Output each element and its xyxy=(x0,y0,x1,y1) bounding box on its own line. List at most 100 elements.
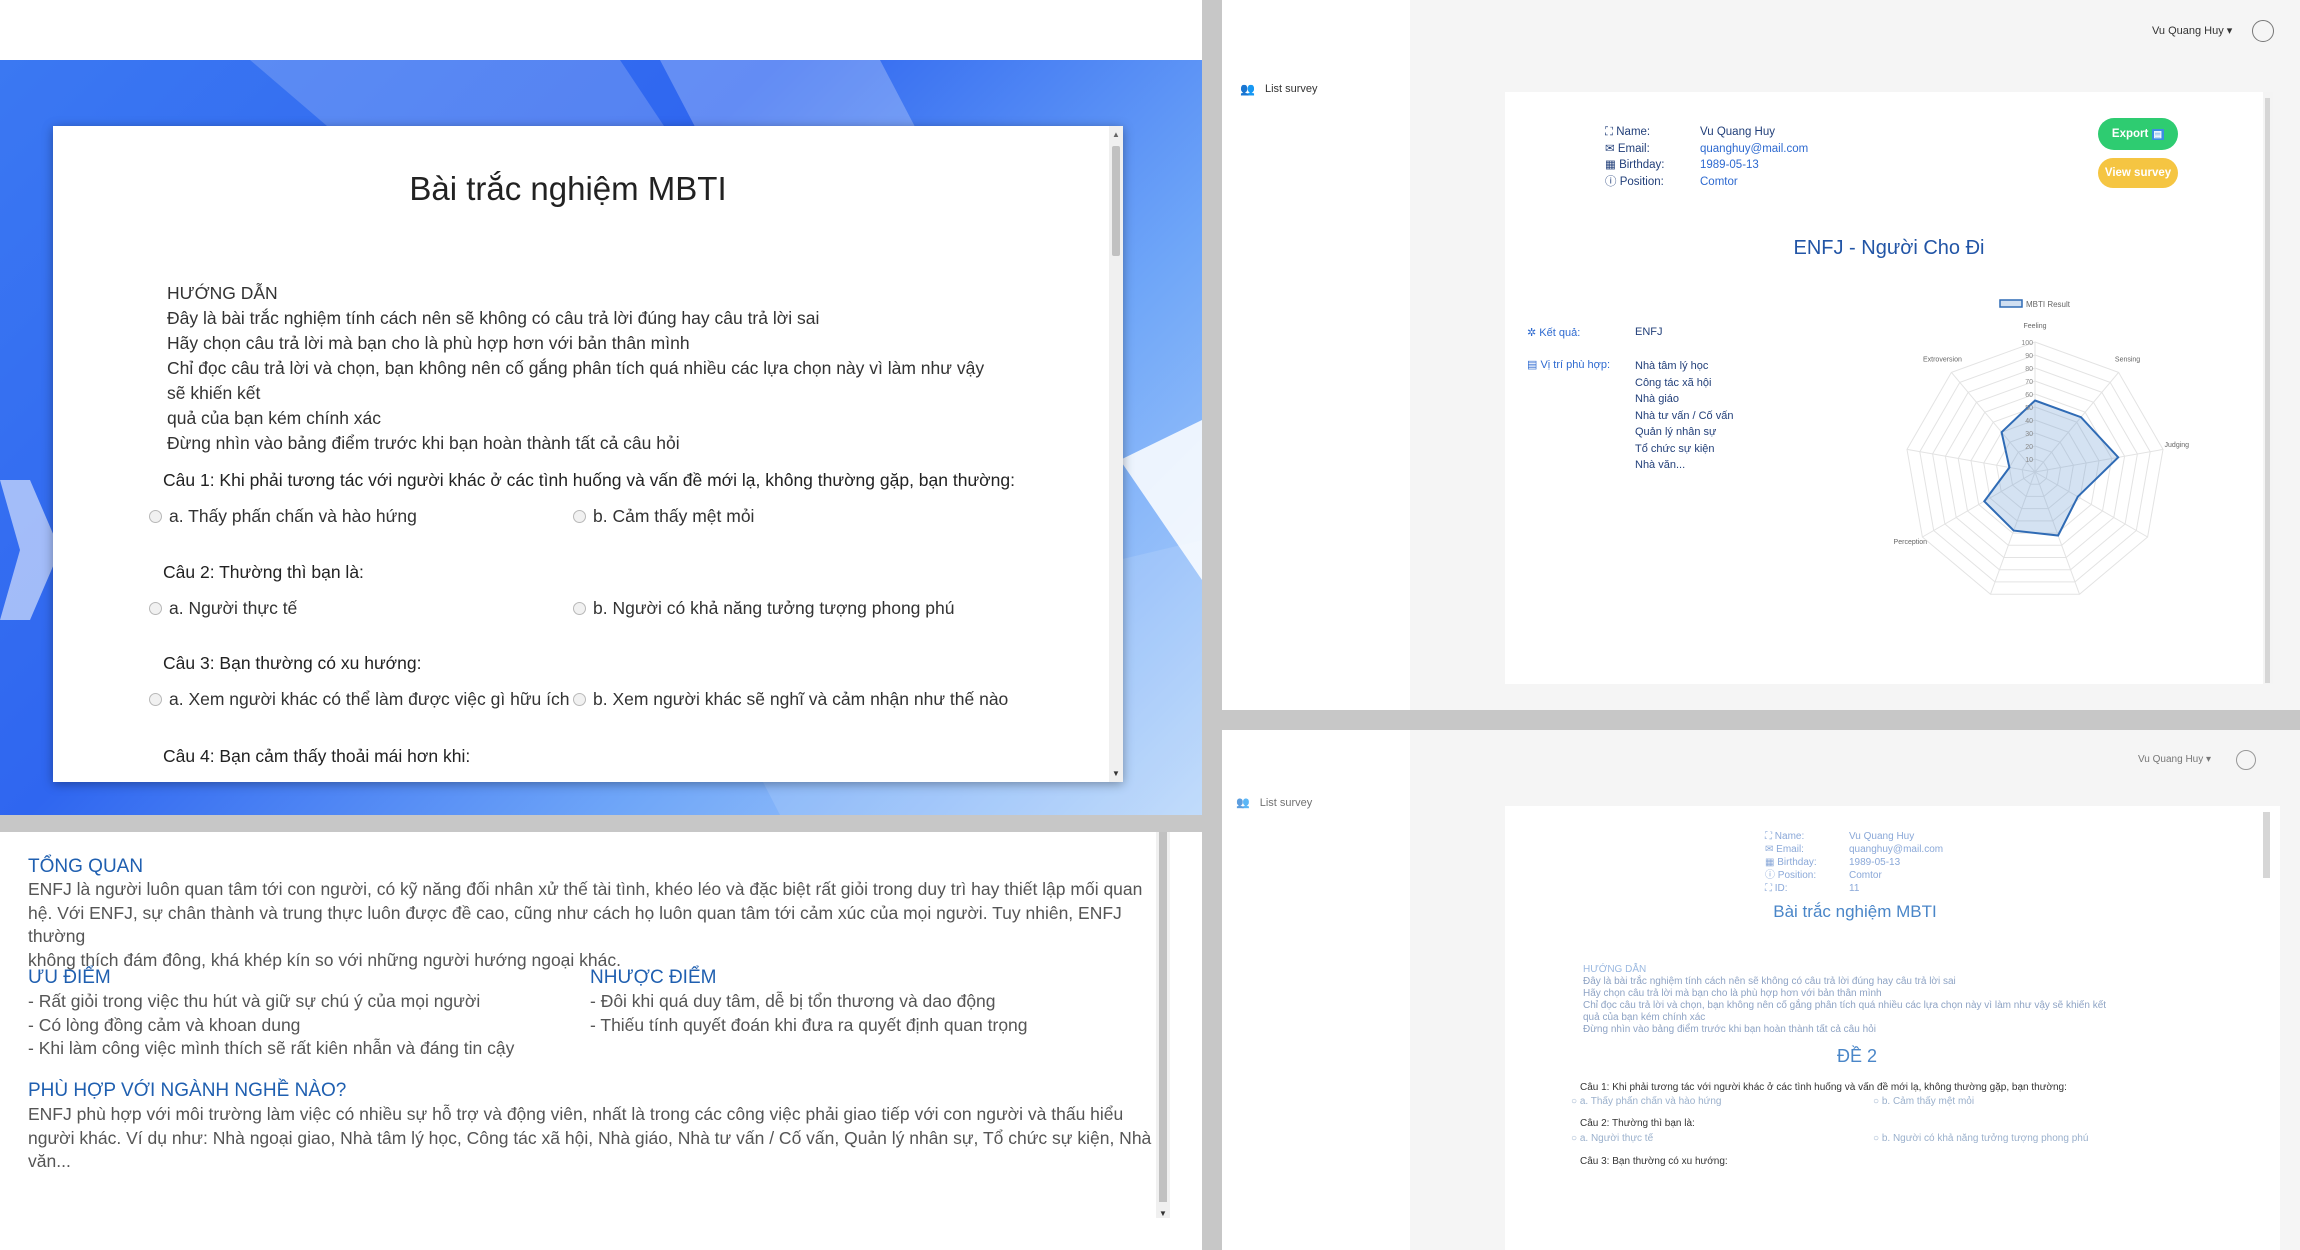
scroll-down-icon[interactable]: ▼ xyxy=(1159,1209,1167,1218)
radar-tick-label: 80 xyxy=(2025,366,2033,373)
overview-line: ENFJ là người luôn quan tâm tới con ngườ… xyxy=(28,879,1143,899)
profile-values: Vu Quang Huy quanghuy@mail.com 1989-05-1… xyxy=(1700,124,1808,190)
q3-option-b[interactable]: b. Xem người khác sẽ nghĩ và cảm nhận nh… xyxy=(573,689,1008,710)
quiz-scrollbar[interactable]: ▲ ▼ xyxy=(1109,126,1123,782)
guide-line: quả của bạn kém chính xác xyxy=(167,408,382,428)
question-4: Câu 4: Bạn cảm thấy thoải mái hơn khi: xyxy=(163,746,471,766)
question-3: Câu 3: Bạn thường có xu hướng: xyxy=(163,653,422,673)
position-value: Comtor xyxy=(1700,175,1738,188)
radar-axis-label: Judging xyxy=(2165,442,2190,449)
q2-option-a[interactable]: ○ a. Người thực tế xyxy=(1571,1133,1653,1144)
q1-option-a[interactable]: a. Thấy phấn chấn và hào hứng xyxy=(149,506,417,527)
radar-tick-label: 70 xyxy=(2025,379,2033,386)
position-label: ⓘ Position: xyxy=(1605,175,1664,188)
name-value: Vu Quang Huy xyxy=(1849,831,1915,842)
birthday-label: ▦ Birthday: xyxy=(1605,159,1665,171)
q1-option-a[interactable]: ○ a. Thấy phấn chấn và hào hứng xyxy=(1571,1096,1721,1107)
job-item: Tổ chức sự kiện xyxy=(1635,442,1715,455)
legend-swatch xyxy=(1999,299,2023,308)
radio-icon[interactable] xyxy=(149,602,162,615)
fit-line: văn... xyxy=(28,1151,71,1171)
scroll-thumb[interactable] xyxy=(1159,832,1167,1202)
nav-list-survey[interactable]: 👥 List survey xyxy=(1240,82,1318,96)
user-menu[interactable]: Vu Quang Huy ▾ xyxy=(2152,24,2232,37)
excel-icon: ▤ xyxy=(2151,128,2165,140)
survey-view-panel: 👥 List survey Vu Quang Huy ▾ ⛶ Name: ✉ E… xyxy=(1222,730,2300,1250)
guide-line: Hãy chọn câu trả lời mà bạn cho là phù h… xyxy=(1583,988,1882,999)
strength-item: - Khi làm công việc mình thích sẽ rất ki… xyxy=(28,1038,515,1058)
career-fit-text: ENFJ phù hợp với môi trường làm việc có … xyxy=(28,1103,1158,1174)
scroll-thumb[interactable] xyxy=(1112,146,1120,256)
question-2: Câu 2: Thường thì bạn là: xyxy=(163,562,364,582)
scroll-up-icon[interactable]: ▲ xyxy=(1112,130,1120,139)
q2-option-b[interactable]: ○ b. Người có khả năng tưởng tượng phong… xyxy=(1873,1133,2088,1144)
strength-item: - Có lòng đồng cảm và khoan dung xyxy=(28,1014,301,1035)
radar-axis-label: Feeling xyxy=(2024,323,2047,330)
radio-icon[interactable] xyxy=(149,510,162,523)
survey-title: Bài trắc nghiệm MBTI xyxy=(1773,902,1937,921)
radio-icon[interactable] xyxy=(149,693,162,706)
profile-labels: ⛶ Name: ✉ Email: ▦ Birthday: ⓘ Position:… xyxy=(1765,830,1817,895)
name-label: ⛶ Name: xyxy=(1605,126,1651,138)
weakness-item: - Đôi khi quá duy tâm, dễ bị tổn thương … xyxy=(590,991,996,1011)
guide-line: HƯỚNG DẪN xyxy=(167,283,278,303)
name-label: ⛶ Name: xyxy=(1765,831,1805,842)
id-label: ⛶ ID: xyxy=(1765,883,1788,894)
q2-option-b[interactable]: b. Người có khả năng tưởng tượng phong p… xyxy=(573,598,954,619)
radio-icon[interactable] xyxy=(573,602,586,615)
job-item: Nhà tâm lý học xyxy=(1635,360,1709,372)
q1-option-b[interactable]: ○ b. Cảm thấy mệt mỏi xyxy=(1873,1096,1974,1107)
survey-guide: HƯỚNG DẪN Đây là bài trắc nghiệm tính cá… xyxy=(1583,964,2106,1036)
radar-axis-label: Perception xyxy=(1894,539,1928,546)
nav-list-survey[interactable]: 👥 List survey xyxy=(1236,796,1312,810)
user-avatar-icon[interactable] xyxy=(2252,20,2274,42)
user-avatar-icon[interactable] xyxy=(2236,750,2256,770)
strengths-list: - Rất giỏi trong việc thu hút và giữ sự … xyxy=(28,990,514,1061)
users-icon: 👥 xyxy=(1236,797,1250,809)
job-item: Quản lý nhân sự xyxy=(1635,426,1717,438)
quiz-title: Bài trắc nghiệm MBTI xyxy=(409,170,727,207)
view-survey-button[interactable]: View survey xyxy=(2098,158,2178,188)
question-1: Câu 1: Khi phải tương tác với người khác… xyxy=(1580,1082,2067,1093)
q3-option-a[interactable]: a. Xem người khác có thể làm được việc g… xyxy=(149,689,570,710)
email-value: quanghuy@mail.com xyxy=(1849,844,1944,855)
overview-line: hệ. Với ENFJ, sự chân thành và trung thự… xyxy=(28,902,1122,947)
position-value: Comtor xyxy=(1849,870,1882,881)
result-card: ⛶ Name: ✉ Email: ▦ Birthday: ⓘ Position:… xyxy=(1505,92,2273,684)
email-label: ✉ Email: xyxy=(1605,142,1650,155)
question-2: Câu 2: Thường thì bạn là: xyxy=(1580,1118,1695,1129)
overview-text: ENFJ là người luôn quan tâm tới con ngườ… xyxy=(28,878,1158,972)
question-3: Câu 3: Bạn thường có xu hướng: xyxy=(1580,1156,1728,1167)
survey-card: ⛶ Name: ✉ Email: ▦ Birthday: ⓘ Position:… xyxy=(1505,806,2280,1250)
guide-line: Chỉ đọc câu trả lời và chọn, bạn không n… xyxy=(167,358,985,403)
scroll-thumb[interactable] xyxy=(2265,98,2270,683)
quiz-panel: Bài trắc nghiệm MBTI HƯỚNG DẪN Đây là bà… xyxy=(0,0,1202,815)
radio-icon[interactable] xyxy=(573,510,586,523)
jobs-label: ▤ Vị trí phù hợp: xyxy=(1527,359,1611,371)
radio-icon[interactable] xyxy=(573,693,586,706)
job-item: Nhà giáo xyxy=(1635,393,1680,405)
sidebar: 👥 List survey xyxy=(1222,730,1410,1250)
user-menu[interactable]: Vu Quang Huy ▾ xyxy=(2138,754,2211,765)
result-value: ENFJ xyxy=(1635,326,1663,338)
result-label: ✲ Kết quả: xyxy=(1527,327,1581,339)
result-scrollbar[interactable] xyxy=(2263,92,2273,684)
name-value: Vu Quang Huy xyxy=(1700,126,1776,138)
export-button[interactable]: Export ▤ xyxy=(2098,118,2178,150)
radar-tick-label: 100 xyxy=(2021,340,2033,347)
guide-line: Đây là bài trắc nghiệm tính cách nên sẽ … xyxy=(167,308,820,328)
weakness-item: - Thiếu tính quyết đoán khi đưa ra quyết… xyxy=(590,1014,1028,1035)
radar-tick-label: 60 xyxy=(2025,392,2033,399)
radar-tick-label: 90 xyxy=(2025,353,2033,360)
scroll-down-icon[interactable]: ▼ xyxy=(1112,769,1120,778)
result-panel: 👥 List survey Vu Quang Huy ▾ ⛶ Name: ✉ E… xyxy=(1222,0,2300,710)
scroll-thumb[interactable] xyxy=(2263,812,2270,878)
q1-option-b[interactable]: b. Cảm thấy mệt mỏi xyxy=(573,506,754,527)
quiz-guide: HƯỚNG DẪN Đây là bài trắc nghiệm tính cá… xyxy=(167,281,1007,456)
weaknesses-heading: NHƯỢC ĐIỂM xyxy=(590,967,717,988)
id-value: 11 xyxy=(1849,883,1860,894)
guide-line: Đừng nhìn vào bảng điểm trước khi bạn ho… xyxy=(1583,1024,1876,1035)
overview-scrollbar[interactable]: ▼ xyxy=(1156,832,1170,1218)
jobs-list: Nhà tâm lý học Công tác xã hội Nhà giáo … xyxy=(1635,358,1733,474)
q2-option-a[interactable]: a. Người thực tế xyxy=(149,598,297,619)
